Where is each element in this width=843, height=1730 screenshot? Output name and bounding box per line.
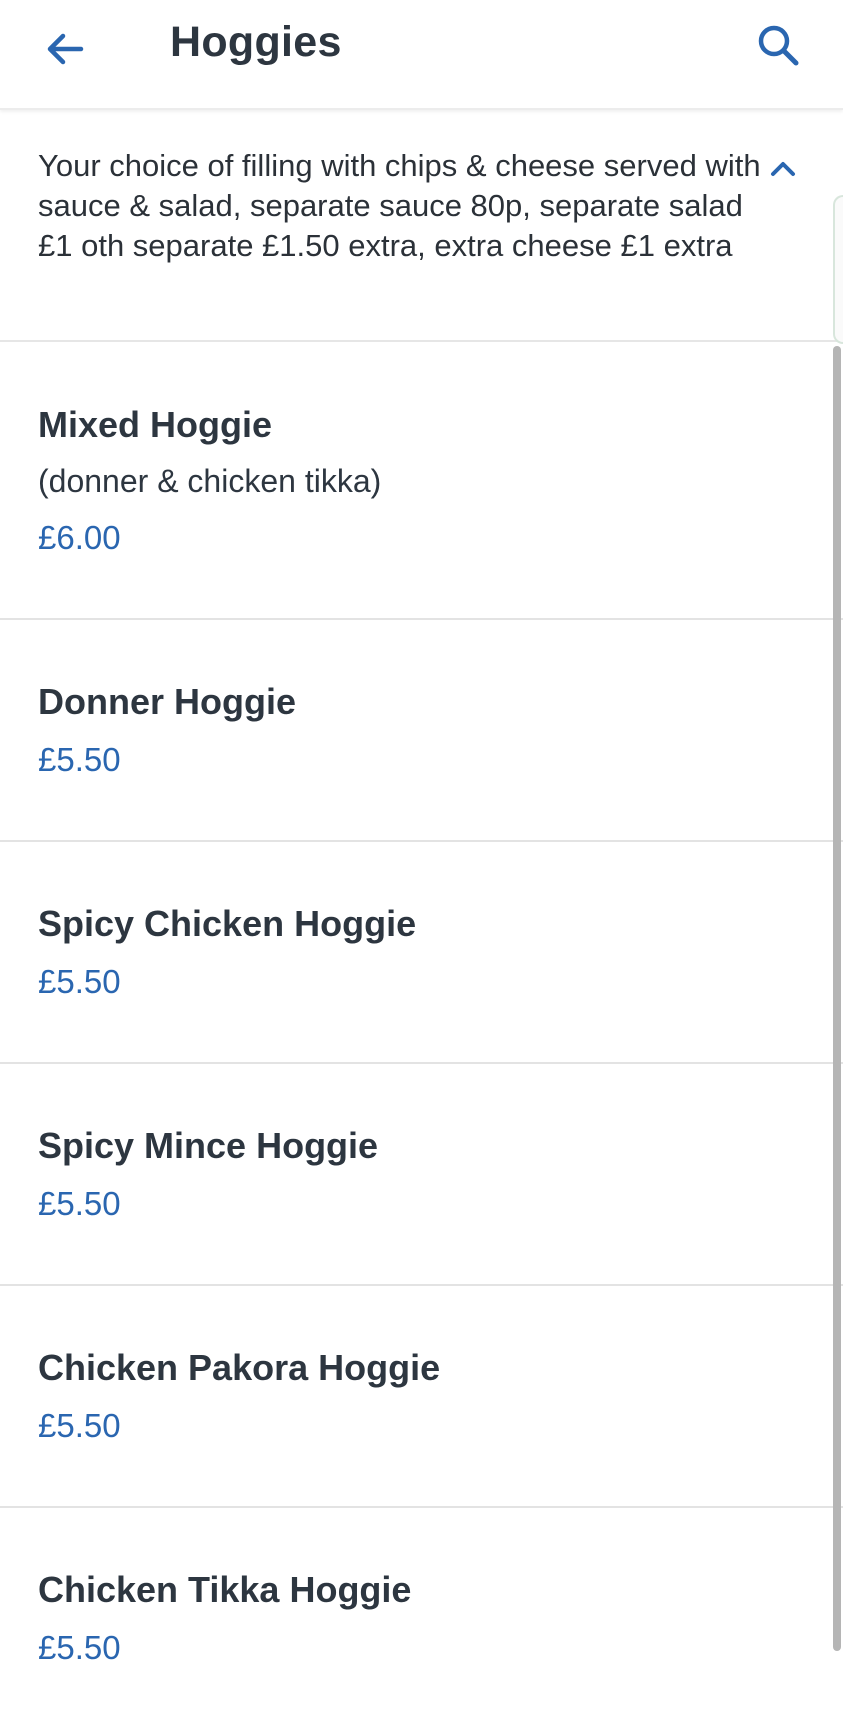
collapse-description-button[interactable] — [763, 150, 803, 186]
item-name: Donner Hoggie — [38, 681, 296, 722]
item-price: £5.50 — [38, 1185, 121, 1222]
item-name: Chicken Tikka Hoggie — [38, 1569, 412, 1610]
menu-item-chicken-tikka-hoggie[interactable]: Chicken Tikka Hoggie £5.50 — [0, 1508, 843, 1730]
chevron-up-icon — [771, 162, 795, 176]
item-price: £5.50 — [38, 741, 121, 778]
item-price: £6.00 — [38, 519, 121, 556]
menu-item-mixed-hoggie[interactable]: Mixed Hoggie (donner & chicken tikka) £6… — [0, 343, 843, 620]
menu-item-chicken-pakora-hoggie[interactable]: Chicken Pakora Hoggie £5.50 — [0, 1286, 843, 1508]
item-price: £5.50 — [38, 963, 121, 1000]
app-header: Hoggies — [0, 0, 843, 110]
scroll-handle-tab[interactable] — [833, 195, 843, 344]
item-name: Spicy Chicken Hoggie — [38, 903, 417, 944]
search-button[interactable] — [743, 10, 813, 80]
item-price: £5.50 — [38, 1407, 121, 1444]
page-title: Hoggies — [170, 18, 342, 66]
category-description-panel: Your choice of filling with chips & chee… — [0, 110, 843, 342]
search-icon — [758, 25, 799, 66]
category-description: Your choice of filling with chips & chee… — [38, 148, 761, 263]
back-button[interactable] — [30, 14, 100, 84]
menu-item-list: Mixed Hoggie (donner & chicken tikka) £6… — [0, 343, 843, 1730]
scrollbar-thumb[interactable] — [833, 346, 841, 1651]
item-name: Mixed Hoggie — [38, 404, 273, 445]
arrow-left-icon — [47, 33, 84, 65]
menu-item-spicy-chicken-hoggie[interactable]: Spicy Chicken Hoggie £5.50 — [0, 842, 843, 1064]
item-name: Chicken Pakora Hoggie — [38, 1347, 441, 1388]
item-name: Spicy Mince Hoggie — [38, 1125, 379, 1166]
item-description: (donner & chicken tikka) — [38, 463, 382, 499]
menu-item-donner-hoggie[interactable]: Donner Hoggie £5.50 — [0, 620, 843, 842]
menu-item-spicy-mince-hoggie[interactable]: Spicy Mince Hoggie £5.50 — [0, 1064, 843, 1286]
item-price: £5.50 — [38, 1629, 121, 1666]
